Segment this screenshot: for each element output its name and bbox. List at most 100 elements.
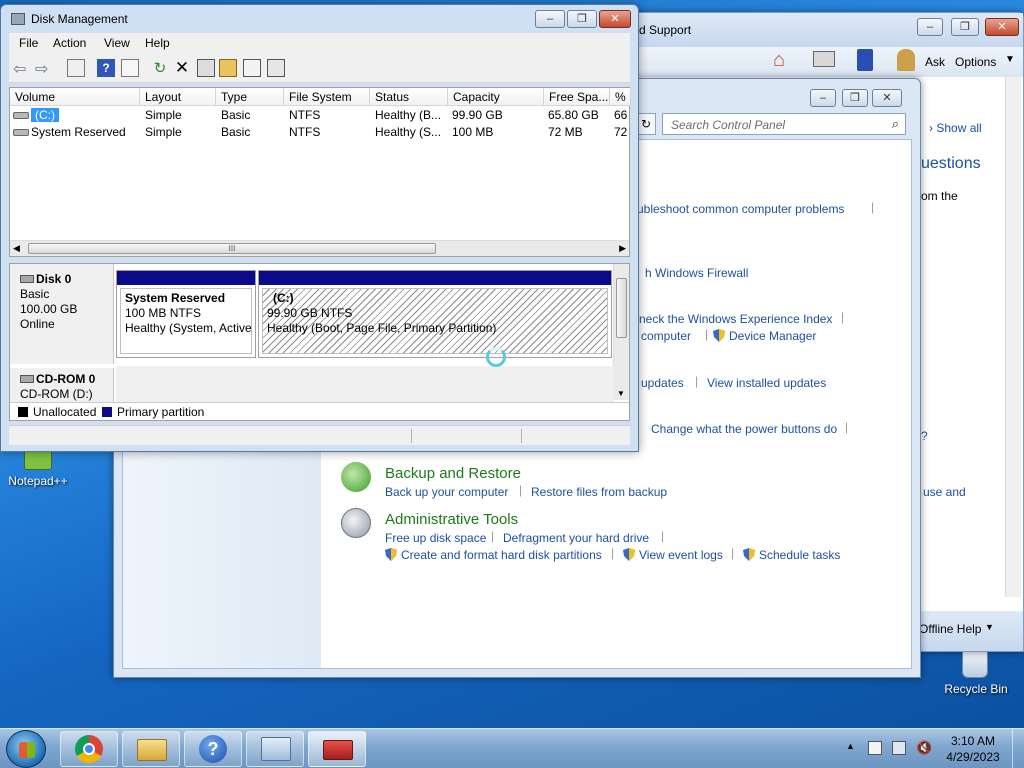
experience-index-link[interactable]: neck the Windows Experience Index — [639, 312, 832, 326]
taskbar-help-button[interactable]: ? — [184, 731, 242, 767]
back-arrow-icon[interactable]: ⇦ — [13, 59, 31, 78]
minimize-button[interactable]: – — [810, 89, 836, 107]
updates-link[interactable]: updates — [641, 376, 684, 390]
show-all-link[interactable]: › Show all — [929, 121, 982, 135]
options-chevron-icon[interactable]: ▼ — [1005, 54, 1015, 65]
disk-0-name: Disk 0 — [36, 272, 72, 286]
table-row[interactable]: (C:) Simple Basic NTFS Healthy (B... 99.… — [10, 107, 631, 124]
taskbar-explorer-button[interactable] — [122, 731, 180, 767]
maximize-button[interactable]: ❐ — [842, 89, 868, 107]
backup-restore-title[interactable]: Backup and Restore — [385, 465, 521, 482]
create-format-partitions-link[interactable]: Create and format hard disk partitions — [385, 548, 602, 562]
clock-time[interactable]: 3:10 AM — [938, 734, 1008, 748]
scroll-thumb[interactable]: III — [28, 243, 436, 254]
schedule-tasks-link[interactable]: Schedule tasks — [743, 548, 840, 562]
partition-system-reserved[interactable]: System Reserved 100 MB NTFS Healthy (Sys… — [116, 270, 256, 358]
show-hidden-icons-icon[interactable]: ▲ — [846, 741, 855, 751]
defragment-link[interactable]: Defragment your hard drive — [503, 531, 649, 545]
view-event-logs-link[interactable]: View event logs — [623, 548, 723, 562]
search-control-panel-input[interactable]: Search Control Panel ⌕ — [662, 113, 906, 135]
power-buttons-link[interactable]: Change what the power buttons do — [651, 422, 837, 436]
disk-0-header[interactable]: Disk 0 Basic 100.00 GB Online — [10, 264, 114, 364]
scroll-right-arrow-icon[interactable]: ▶ — [619, 243, 626, 254]
new-volume-icon[interactable] — [197, 59, 215, 77]
offline-help-chevron-icon[interactable]: ▼ — [985, 622, 994, 632]
column-header-status[interactable]: Status — [370, 88, 448, 106]
menu-action[interactable]: Action — [53, 36, 86, 50]
disk-properties-icon[interactable] — [267, 59, 285, 77]
free-up-disk-space-link[interactable]: Free up disk space — [385, 531, 486, 545]
help-link-fragment[interactable]: use and — [923, 485, 966, 499]
refresh-icon[interactable]: ↻ — [151, 59, 169, 77]
status-cell: Healthy (B... — [375, 108, 442, 122]
help-vscroll[interactable] — [1005, 77, 1021, 597]
column-header-type[interactable]: Type — [216, 88, 284, 106]
menu-view[interactable]: View — [104, 36, 130, 50]
search-icon[interactable]: ⌕ — [892, 116, 899, 132]
windows-firewall-link[interactable]: h Windows Firewall — [645, 266, 748, 280]
restore-files-link[interactable]: Restore files from backup — [531, 485, 667, 499]
computer-link[interactable]: computer — [641, 329, 691, 343]
scroll-left-arrow-icon[interactable]: ◀ — [13, 243, 20, 254]
properties-icon[interactable] — [121, 59, 139, 77]
table-row[interactable]: System Reserved Simple Basic NTFS Health… — [10, 124, 631, 141]
help-icon[interactable]: ? — [97, 59, 115, 77]
column-header-volume[interactable]: Volume — [10, 88, 140, 106]
menu-help[interactable]: Help — [145, 36, 170, 50]
menu-file[interactable]: File — [19, 36, 38, 50]
refresh-button[interactable]: ↻ — [636, 113, 656, 135]
column-header-capacity[interactable]: Capacity — [448, 88, 544, 106]
delete-icon[interactable]: ✕ — [173, 59, 191, 77]
disk-management-window: Disk Management – ❐ ✕ File Action View H… — [0, 4, 639, 452]
maximize-button[interactable]: ❐ — [951, 18, 979, 36]
scroll-thumb[interactable] — [616, 278, 627, 338]
volume-muted-icon[interactable]: 🔇 — [916, 740, 932, 756]
status-divider — [411, 429, 412, 443]
ask-button[interactable]: Ask — [925, 55, 945, 69]
offline-help-button[interactable]: Offline Help — [919, 622, 981, 636]
show-hide-console-icon[interactable] — [67, 59, 85, 77]
cdrom-0-header[interactable]: CD-ROM 0 CD-ROM (D:) — [10, 368, 114, 404]
taskbar-control-panel-button[interactable] — [246, 731, 304, 767]
close-button[interactable]: ✕ — [872, 89, 902, 107]
administrative-tools-title[interactable]: Administrative Tools — [385, 511, 518, 528]
device-manager-link[interactable]: Device Manager — [713, 329, 816, 343]
minimize-button[interactable]: – — [917, 18, 943, 36]
unallocated-legend: Unallocated — [33, 405, 97, 419]
column-header-layout[interactable]: Layout — [140, 88, 216, 106]
open-folder-icon[interactable] — [219, 59, 237, 77]
print-icon[interactable] — [813, 51, 835, 67]
capacity-cell: 99.90 GB — [452, 108, 503, 122]
volume-list-hscroll[interactable]: ◀ III ▶ — [10, 240, 629, 256]
backup-restore-icon[interactable] — [341, 462, 371, 492]
column-header-free-space[interactable]: Free Spa... — [544, 88, 610, 106]
free-space-cell: 72 MB — [548, 125, 583, 139]
troubleshoot-link[interactable]: ubleshoot common computer problems — [637, 202, 844, 216]
column-header-percent-free[interactable]: % F — [610, 88, 631, 106]
taskbar-chrome-button[interactable] — [60, 731, 118, 767]
explore-icon[interactable] — [243, 59, 261, 77]
clock-date[interactable]: 4/29/2023 — [938, 750, 1008, 764]
home-icon[interactable]: ⌂ — [773, 49, 785, 72]
action-center-icon[interactable] — [868, 741, 882, 755]
show-desktop-button[interactable] — [1012, 729, 1024, 768]
network-icon[interactable] — [892, 741, 906, 755]
taskbar-disk-management-button[interactable] — [308, 731, 366, 767]
column-header-file-system[interactable]: File System — [284, 88, 370, 106]
browse-help-icon[interactable] — [857, 49, 873, 71]
forward-arrow-icon[interactable]: ⇨ — [35, 59, 53, 78]
close-button[interactable]: ✕ — [599, 10, 631, 28]
back-up-computer-link[interactable]: Back up your computer — [385, 485, 508, 499]
minimize-button[interactable]: – — [535, 10, 565, 28]
administrative-tools-icon[interactable] — [341, 508, 371, 538]
recycle-bin-desktop-icon[interactable]: Recycle Bin — [940, 648, 1012, 700]
close-button[interactable]: ✕ — [985, 18, 1019, 36]
maximize-button[interactable]: ❐ — [567, 10, 597, 28]
view-installed-updates-link[interactable]: View installed updates — [707, 376, 826, 390]
scroll-down-arrow-icon[interactable]: ▼ — [617, 389, 625, 398]
options-button[interactable]: Options — [955, 55, 996, 69]
notepad-desktop-icon[interactable]: Notepad++ — [4, 446, 68, 492]
start-button[interactable] — [6, 730, 46, 768]
partition-c-drive[interactable]: (C:) 99.90 GB NTFS Healthy (Boot, Page F… — [258, 270, 612, 358]
graphical-view-vscroll[interactable]: ▼ — [613, 264, 629, 400]
